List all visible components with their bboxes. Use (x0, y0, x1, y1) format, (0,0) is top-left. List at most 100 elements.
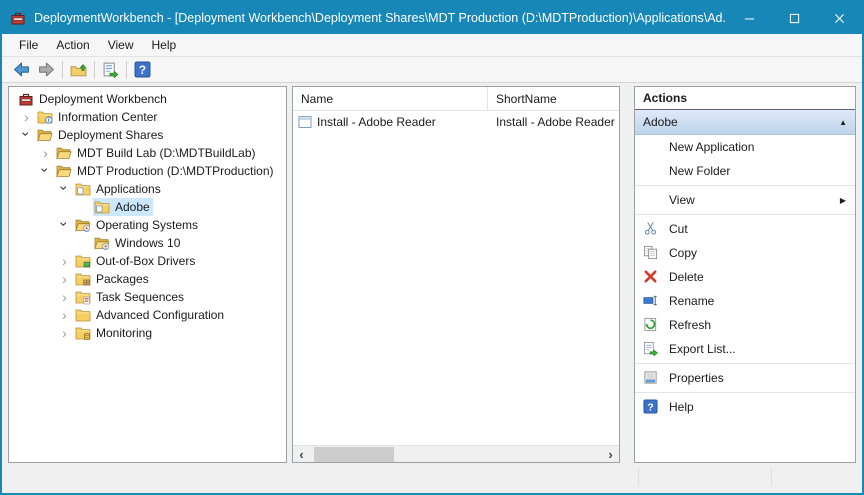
show-hide-action-pane-icon (102, 61, 119, 78)
chevron-right-icon[interactable] (55, 289, 74, 305)
tree-item-label: Packages (96, 272, 149, 286)
tree-item-label: Out-of-Box Drivers (96, 254, 195, 268)
action-item-label: Delete (663, 270, 704, 284)
rename-icon (643, 293, 663, 309)
chevron-right-icon[interactable] (36, 145, 55, 161)
folder-app-icon (75, 181, 91, 197)
action-item-label: Properties (663, 371, 724, 385)
chevron-down-icon[interactable] (55, 217, 74, 233)
separator (62, 61, 63, 79)
toolbar-button[interactable] (98, 59, 123, 81)
chevron-right-icon[interactable] (55, 271, 74, 287)
folder-open-icon (56, 163, 72, 179)
console-tree-pane: Deployment Workbench Information Center … (8, 86, 287, 463)
menu-view[interactable]: View (99, 35, 143, 55)
folder-os-icon (94, 235, 110, 251)
delete-icon (643, 269, 663, 285)
action-item[interactable]: Copy ▶ (635, 241, 855, 265)
action-item[interactable]: Properties ▶ (635, 366, 855, 390)
application-icon (297, 114, 313, 130)
separator (126, 61, 127, 79)
action-item[interactable]: ? Help ▶ (635, 395, 855, 419)
chevron-right-icon[interactable] (17, 109, 36, 125)
title-bar[interactable]: DeploymentWorkbench - [Deployment Workbe… (2, 2, 862, 34)
action-item-label: Refresh (663, 318, 711, 332)
folder-open-icon (37, 127, 53, 143)
list-row-name: Install - Adobe Reader (317, 115, 436, 129)
status-bar-divider (771, 467, 772, 486)
tree-item[interactable]: Deployment Shares (9, 126, 286, 144)
action-item-label: New Application (663, 140, 754, 154)
action-item[interactable]: New Folder ▶ (635, 159, 855, 183)
tree-item[interactable]: Operating Systems (9, 216, 286, 234)
tree-item[interactable]: Advanced Configuration (9, 306, 286, 324)
tree-item[interactable]: Information Center (9, 108, 286, 126)
menu-help[interactable]: Help (143, 35, 186, 55)
list-row-shortname: Install - Adobe Reader (488, 115, 619, 129)
action-item-label: View (663, 193, 695, 207)
actions-list: New Application ▶ New Folder ▶ View ▶ (635, 135, 855, 419)
workbench-icon (18, 91, 34, 107)
column-header-name[interactable]: Name (293, 87, 488, 110)
tree-item[interactable]: Out-of-Box Drivers (9, 252, 286, 270)
tree-item[interactable]: Windows 10 (9, 234, 286, 252)
toolbar-button[interactable] (34, 59, 59, 81)
menu-file[interactable]: File (10, 35, 47, 55)
toolbar-button[interactable] (66, 59, 91, 81)
help-icon: ? (134, 61, 151, 78)
separator (635, 214, 855, 215)
tree-item[interactable]: Deployment Workbench (9, 90, 286, 108)
chevron-right-icon[interactable] (55, 307, 74, 323)
chevron-down-icon[interactable] (17, 127, 36, 143)
folder-open-icon (56, 145, 72, 161)
tree-item[interactable]: Adobe (9, 198, 286, 216)
tree-item-label: Task Sequences (96, 290, 184, 304)
tree-item[interactable]: MDT Build Lab (D:\MDTBuildLab) (9, 144, 286, 162)
list-column-headers: Name ShortName (293, 87, 619, 111)
menu-action[interactable]: Action (47, 35, 98, 55)
action-item-label: Cut (663, 222, 688, 236)
tree-item[interactable]: Monitoring (9, 324, 286, 342)
action-item[interactable]: Export List... ▶ (635, 337, 855, 361)
column-header-shortname[interactable]: ShortName (488, 87, 619, 110)
chevron-down-icon[interactable] (55, 181, 74, 197)
folder-os-icon (75, 217, 91, 233)
tree-item-label: MDT Build Lab (D:\MDTBuildLab) (77, 146, 256, 160)
action-item[interactable]: Cut ▶ (635, 217, 855, 241)
up-one-level-icon (70, 61, 87, 78)
action-item[interactable]: New Application ▶ (635, 135, 855, 159)
horizontal-scrollbar[interactable]: ‹ › (293, 445, 619, 462)
tree-item[interactable]: Applications (9, 180, 286, 198)
toolbar-button[interactable]: ? (130, 59, 155, 81)
window-button[interactable] (817, 2, 862, 34)
tree-item[interactable]: Packages (9, 270, 286, 288)
refresh-icon (643, 317, 663, 333)
chevron-down-icon[interactable] (36, 163, 55, 179)
window-button[interactable] (772, 2, 817, 34)
tree-item[interactable]: Task Sequences (9, 288, 286, 306)
chevron-right-icon[interactable] (55, 253, 74, 269)
chevron-right-icon[interactable] (55, 325, 74, 341)
action-item[interactable]: Rename ▶ (635, 289, 855, 313)
scrollbar-thumb[interactable] (314, 447, 394, 462)
action-item-label: Rename (663, 294, 714, 308)
list-row[interactable]: Install - Adobe Reader Install - Adobe R… (293, 111, 619, 132)
tree-item-label: Windows 10 (115, 236, 180, 250)
scroll-left-arrow-icon[interactable]: ‹ (293, 446, 310, 462)
action-item[interactable]: Delete ▶ (635, 265, 855, 289)
folder-app-icon (94, 199, 110, 215)
chevron-placeholder[interactable] (74, 235, 93, 251)
window-button[interactable] (727, 2, 772, 34)
forward-arrow-icon (38, 61, 55, 78)
tree-item-label: MDT Production (D:\MDTProduction) (77, 164, 274, 178)
toolbar-button[interactable] (9, 59, 34, 81)
scroll-right-arrow-icon[interactable]: › (602, 446, 619, 462)
tree-item[interactable]: MDT Production (D:\MDTProduction) (9, 162, 286, 180)
chevron-up-icon[interactable]: ▲ (839, 118, 847, 127)
separator (94, 61, 95, 79)
cut-icon (643, 221, 663, 237)
chevron-placeholder[interactable] (74, 199, 93, 215)
action-item[interactable]: Refresh ▶ (635, 313, 855, 337)
actions-group-header[interactable]: Adobe ▲ (635, 110, 855, 135)
action-item[interactable]: View ▶ (635, 188, 855, 212)
